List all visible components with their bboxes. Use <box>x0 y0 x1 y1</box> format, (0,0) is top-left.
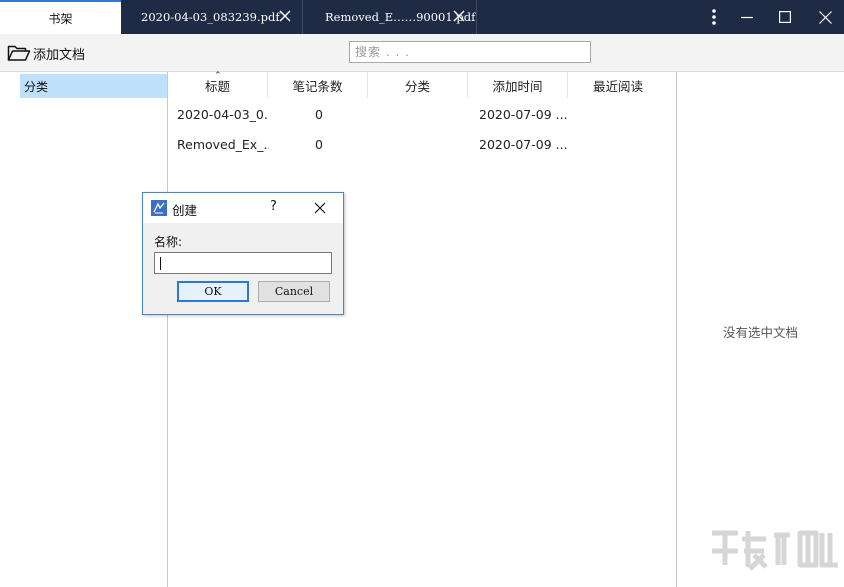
dialog-title-bar[interactable]: 创建 ? <box>143 193 343 223</box>
no-selection-message: 没有选中文档 <box>722 325 798 340</box>
minimize-icon <box>741 16 753 19</box>
cell-category <box>388 99 448 129</box>
dialog-title: 创建 <box>172 203 198 218</box>
cell-recent <box>588 99 668 129</box>
column-header-notes[interactable]: 笔记条数 <box>268 72 368 98</box>
sort-ascending-icon: ⌃ <box>214 71 222 81</box>
cell-added: 2020-07-09 ... <box>479 136 567 152</box>
tab-bookshelf[interactable]: 书架 <box>0 0 121 34</box>
tab-document-1-label: 2020-04-03_083239.pdf <box>141 10 280 24</box>
tab-close-icon[interactable] <box>452 9 466 23</box>
name-label: 名称: <box>154 235 183 249</box>
search-input[interactable] <box>349 41 591 63</box>
column-header-recent-label: 最近阅读 <box>592 78 643 94</box>
folder-open-icon <box>7 45 31 61</box>
cell-notes: 0 <box>315 136 323 152</box>
cell-notes: 0 <box>315 106 323 122</box>
table-row[interactable]: Removed_Ex_... 0 2020-07-09 ... <box>168 129 676 159</box>
document-table: ⌃ 标题 笔记条数 分类 添加时间 最近阅读 2020-04-03_0... 0… <box>168 71 676 587</box>
tab-document-2[interactable]: Removed_E……90001.pdf <box>302 0 476 34</box>
table-header: ⌃ 标题 笔记条数 分类 添加时间 最近阅读 <box>168 71 676 98</box>
column-header-notes-label: 笔记条数 <box>292 78 343 94</box>
cell-added: 2020-07-09 ... <box>479 106 567 122</box>
cell-title: Removed_Ex_... <box>177 136 269 152</box>
tab-bookshelf-label: 书架 <box>48 11 73 26</box>
document-detail-panel: 没有选中文档 <box>677 72 844 587</box>
column-header-title[interactable]: ⌃ 标题 <box>168 71 268 98</box>
toolbar: 添加文档 <box>0 34 844 72</box>
cell-title: 2020-04-03_0... <box>177 106 269 122</box>
column-header-added[interactable]: 添加时间 <box>468 72 568 98</box>
column-header-added-label: 添加时间 <box>492 78 543 94</box>
add-document-label: 添加文档 <box>33 47 86 63</box>
close-icon <box>818 10 832 24</box>
column-header-category[interactable]: 分类 <box>368 72 468 98</box>
create-dialog: 创建 ? 名称: OK Cancel <box>142 192 344 315</box>
cell-recent <box>588 129 668 159</box>
name-field[interactable] <box>154 252 332 274</box>
tab-divider <box>476 0 477 34</box>
ok-button[interactable]: OK <box>177 281 249 302</box>
cancel-button[interactable]: Cancel <box>258 281 330 302</box>
add-document-button[interactable]: 添加文档 <box>7 42 85 64</box>
close-icon[interactable] <box>313 201 327 215</box>
maximize-button[interactable] <box>767 0 803 34</box>
minimize-button[interactable] <box>729 0 765 34</box>
column-header-recent[interactable]: 最近阅读 <box>568 72 668 98</box>
column-header-category-label: 分类 <box>404 78 430 94</box>
help-button[interactable]: ? <box>270 199 277 214</box>
category-panel: 分类 <box>0 72 168 587</box>
category-item[interactable]: 分类 <box>20 74 167 98</box>
more-options-button[interactable] <box>696 0 732 34</box>
table-row[interactable]: 2020-04-03_0... 0 2020-07-09 ... <box>168 99 676 129</box>
cell-category <box>388 129 448 159</box>
tab-document-1[interactable]: 2020-04-03_083239.pdf <box>121 0 302 34</box>
tab-bar: 书架 2020-04-03_083239.pdf Removed_E……9000… <box>0 0 844 34</box>
text-caret <box>160 257 161 270</box>
watermark-logo <box>712 530 838 571</box>
window-close-button[interactable] <box>807 0 843 34</box>
category-item-label: 分类 <box>24 79 49 94</box>
tab-close-icon[interactable] <box>278 9 292 23</box>
maximize-icon <box>779 11 791 23</box>
more-vertical-icon <box>712 9 716 25</box>
app-icon <box>151 200 167 216</box>
